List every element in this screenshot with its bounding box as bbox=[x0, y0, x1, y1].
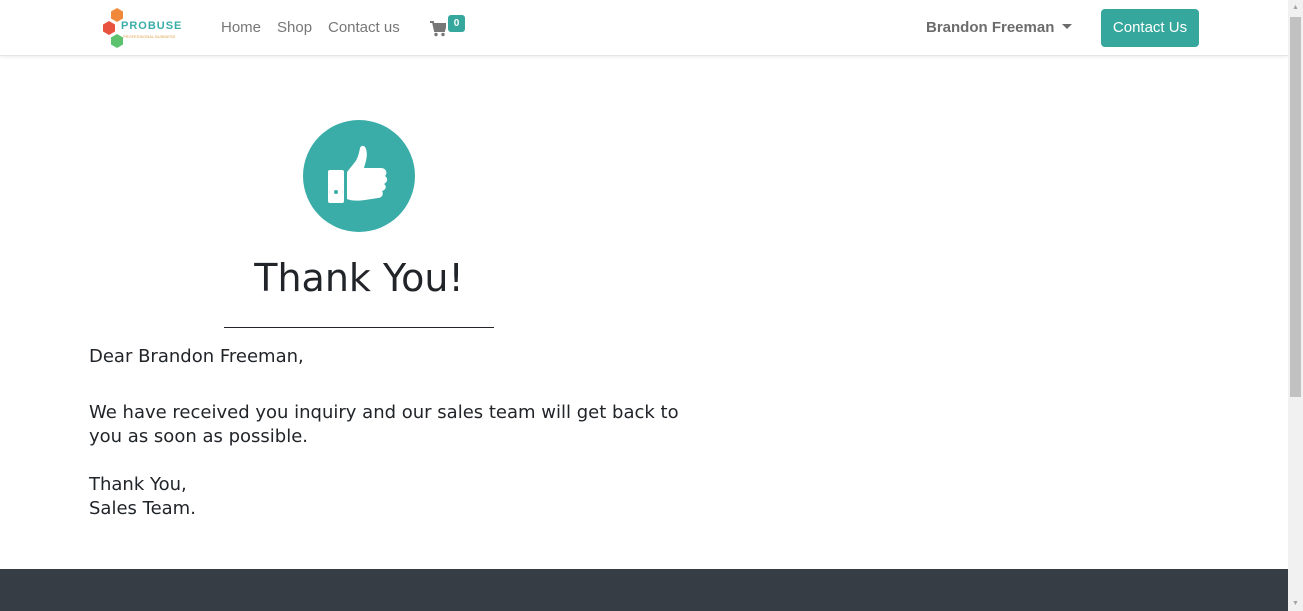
success-icon-circle bbox=[303, 120, 415, 232]
brand-name: PROBUSE bbox=[121, 20, 183, 32]
title-divider bbox=[224, 327, 494, 328]
page-footer bbox=[0, 569, 1288, 611]
cart-link[interactable]: 0 bbox=[430, 15, 470, 40]
top-navbar: PROBUSE PROFESSIONAL BUSINESS Home Shop … bbox=[0, 0, 1288, 56]
cart-icon bbox=[430, 21, 446, 37]
scroll-up-arrow-icon[interactable]: ▲ bbox=[1291, 3, 1300, 12]
user-menu-dropdown[interactable]: Brandon Freeman bbox=[926, 19, 1073, 36]
contact-us-button[interactable]: Contact Us bbox=[1101, 9, 1199, 47]
nav-link-shop[interactable]: Shop bbox=[277, 19, 312, 36]
signature-text: Sales Team. bbox=[89, 498, 196, 519]
signoff-text: Thank You, bbox=[89, 474, 187, 495]
nav-link-home[interactable]: Home bbox=[221, 19, 261, 36]
user-name: Brandon Freeman bbox=[926, 19, 1055, 36]
scrollbar-thumb[interactable] bbox=[1290, 17, 1301, 397]
brand-logo[interactable]: PROBUSE PROFESSIONAL BUSINESS bbox=[101, 8, 181, 48]
greeting-text: Dear Brandon Freeman, bbox=[89, 346, 304, 367]
thank-you-title: Thank You! bbox=[254, 256, 464, 300]
message-line-2: you as soon as possible. bbox=[89, 426, 309, 447]
cart-count-badge: 0 bbox=[448, 15, 465, 32]
brand-tagline: PROFESSIONAL BUSINESS bbox=[123, 34, 176, 39]
chevron-down-icon bbox=[1062, 23, 1073, 29]
nav-link-contact[interactable]: Contact us bbox=[328, 19, 400, 36]
scroll-down-arrow-icon[interactable]: ▼ bbox=[1291, 599, 1300, 608]
message-line-1: We have received you inquiry and our sal… bbox=[89, 402, 679, 423]
thumbs-up-icon bbox=[328, 145, 388, 203]
